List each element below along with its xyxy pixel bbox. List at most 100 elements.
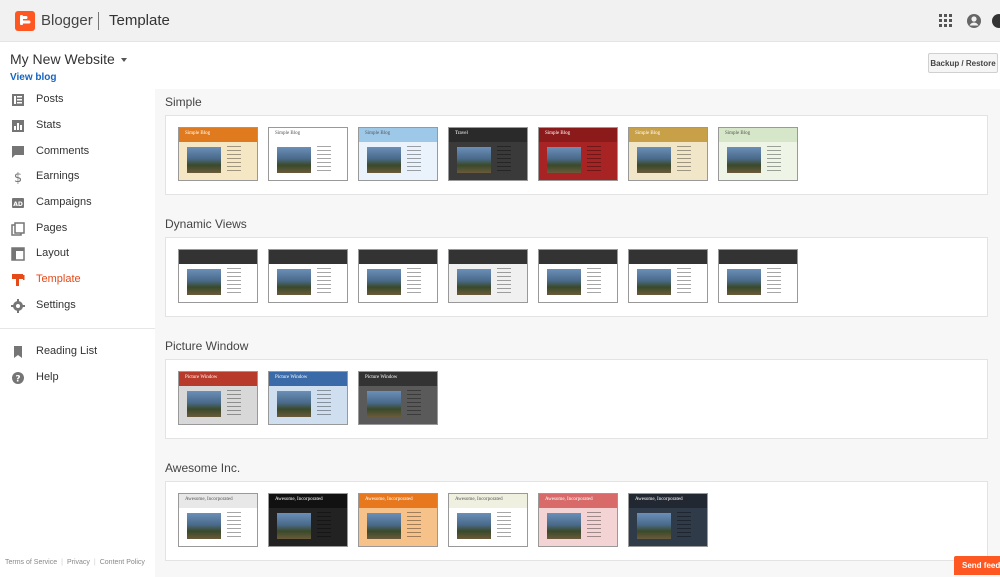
template-thumbnail[interactable] xyxy=(268,249,348,303)
group-title-dynamic-views: Dynamic Views xyxy=(165,217,247,231)
group-title-awesome-inc: Awesome Inc. xyxy=(165,461,241,475)
thumbnail-title: Picture Window xyxy=(365,375,398,380)
sidebar-item-settings[interactable]: Settings xyxy=(0,295,155,317)
thumbnail-image xyxy=(187,513,221,539)
avatar[interactable] xyxy=(990,12,1000,30)
template-thumbnail[interactable] xyxy=(718,249,798,303)
template-thumbnail[interactable]: Awesome, Incorporated xyxy=(628,493,708,547)
thumbnail-sidebar xyxy=(677,512,691,540)
thumbnail-title: Awesome, Incorporated xyxy=(185,497,233,502)
template-thumbnail[interactable]: Simple Blog xyxy=(178,127,258,181)
thumbnail-sidebar xyxy=(407,390,421,418)
template-thumbnail[interactable] xyxy=(448,249,528,303)
thumbnail-title: Awesome, Incorporated xyxy=(365,497,413,502)
template-thumbnail[interactable] xyxy=(538,249,618,303)
template-thumbnail[interactable]: Awesome, Incorporated xyxy=(538,493,618,547)
blogger-logo-icon[interactable] xyxy=(15,11,35,31)
template-thumbnail[interactable]: Simple Blog xyxy=(358,127,438,181)
svg-text:?: ? xyxy=(15,375,20,385)
template-thumbnail[interactable]: Simple Blog xyxy=(268,127,348,181)
thumbnail-sidebar xyxy=(317,268,331,296)
template-thumbnail[interactable]: Awesome, Incorporated xyxy=(358,493,438,547)
thumbnail-image xyxy=(277,391,311,417)
template-thumbnail[interactable]: Picture Window xyxy=(358,371,438,425)
thumbnail-sidebar xyxy=(497,512,511,540)
thumbnail-image xyxy=(367,391,401,417)
thumbnail-sidebar xyxy=(677,146,691,174)
svg-text:$: $ xyxy=(14,171,22,184)
sidebar-item-pages[interactable]: Pages xyxy=(0,218,155,240)
thumbnail-title: Awesome, Incorporated xyxy=(455,497,503,502)
sidebar-item-comments[interactable]: Comments xyxy=(0,141,155,163)
thumbnail-image xyxy=(547,147,581,173)
top-bar: Blogger Template xyxy=(0,0,1000,42)
content-policy-link[interactable]: Content Policy xyxy=(100,559,145,566)
thumbnail-image xyxy=(187,147,221,173)
caret-down-icon xyxy=(120,58,127,63)
brand-name: Blogger xyxy=(41,12,93,29)
group-picture-window: Picture Window Picture Window Picture Wind… xyxy=(165,359,988,439)
template-thumbnail[interactable] xyxy=(358,249,438,303)
sidebar-item-stats[interactable]: Stats xyxy=(0,115,155,137)
account-circle-icon[interactable] xyxy=(965,12,983,30)
thumbnail-header xyxy=(359,250,437,264)
template-thumbnail[interactable]: Simple Blog xyxy=(718,127,798,181)
template-thumbnail[interactable]: Picture Window xyxy=(268,371,348,425)
thumbnail-title: Awesome, Incorporated xyxy=(635,497,683,502)
thumbnail-sidebar xyxy=(317,512,331,540)
sidebar-item-template[interactable]: Template xyxy=(0,269,155,291)
thumbnail-sidebar xyxy=(497,268,511,296)
thumbnail-image xyxy=(367,147,401,173)
sidebar-item-layout[interactable]: Layout xyxy=(0,243,155,265)
sidebar-item-label: Comments xyxy=(36,145,90,157)
thumbnail-sidebar xyxy=(497,146,511,174)
footer-separator: | xyxy=(61,559,63,566)
thumbnail-sidebar xyxy=(407,512,421,540)
bookmark-icon xyxy=(14,346,22,358)
send-feedback-button[interactable]: Send feedback xyxy=(954,556,1000,575)
thumbnail-image xyxy=(187,391,221,417)
template-gallery: Simple Simple Blog Simple Blog Simple Blog… xyxy=(155,89,1000,577)
terms-link[interactable]: Terms of Service xyxy=(5,559,57,566)
template-thumbnail[interactable]: Travel xyxy=(448,127,528,181)
sidebar-item-posts[interactable]: Posts xyxy=(0,89,155,111)
template-thumbnail[interactable]: Awesome, Incorporated xyxy=(448,493,528,547)
thumbnail-title: Travel xyxy=(455,131,468,136)
sidebar-divider xyxy=(0,328,155,329)
template-thumbnail[interactable]: Picture Window xyxy=(178,371,258,425)
group-title-simple: Simple xyxy=(165,95,202,109)
thumbnail-sidebar xyxy=(227,512,241,540)
thumbnail-sidebar xyxy=(407,268,421,296)
comments-icon xyxy=(12,146,24,158)
template-thumbnail[interactable]: Awesome, Incorporated xyxy=(268,493,348,547)
thumbnail-title: Picture Window xyxy=(275,375,308,380)
thumbnail-sidebar xyxy=(227,268,241,296)
sidebar-item-reading-list[interactable]: Reading List xyxy=(0,341,155,363)
template-thumbnail[interactable] xyxy=(178,249,258,303)
thumbnail-title: Simple Blog xyxy=(635,131,661,136)
thumbnail-image xyxy=(277,269,311,295)
sidebar-item-campaigns[interactable]: AD Campaigns xyxy=(0,192,155,214)
thumbnail-sidebar xyxy=(587,268,601,296)
blog-selector[interactable]: My New Website xyxy=(10,51,127,67)
template-thumbnail[interactable]: Simple Blog xyxy=(538,127,618,181)
template-thumbnail[interactable] xyxy=(628,249,708,303)
backup-restore-button[interactable]: Backup / Restore xyxy=(928,53,998,73)
apps-grid-icon[interactable] xyxy=(937,12,955,30)
sidebar-item-earnings[interactable]: $ Earnings xyxy=(0,166,155,188)
privacy-link[interactable]: Privacy xyxy=(67,559,90,566)
template-thumbnail[interactable]: Awesome, Incorporated xyxy=(178,493,258,547)
thumbnail-image xyxy=(457,147,491,173)
svg-text:AD: AD xyxy=(13,201,23,208)
sidebar-item-label: Stats xyxy=(36,119,62,131)
thumbnail-sidebar xyxy=(677,268,691,296)
sidebar-item-label: Reading List xyxy=(36,345,98,357)
thumbnail-title: Awesome, Incorporated xyxy=(545,497,593,502)
view-blog-link[interactable]: View blog xyxy=(10,72,57,83)
group-simple: Simple Blog Simple Blog Simple Blog Travel S… xyxy=(165,115,988,195)
sidebar-item-help[interactable]: ? Help xyxy=(0,367,155,389)
sidebar-item-label: Campaigns xyxy=(36,196,92,208)
template-thumbnail[interactable]: Simple Blog xyxy=(628,127,708,181)
thumbnail-image xyxy=(637,147,671,173)
sidebar-item-label: Pages xyxy=(36,222,68,234)
